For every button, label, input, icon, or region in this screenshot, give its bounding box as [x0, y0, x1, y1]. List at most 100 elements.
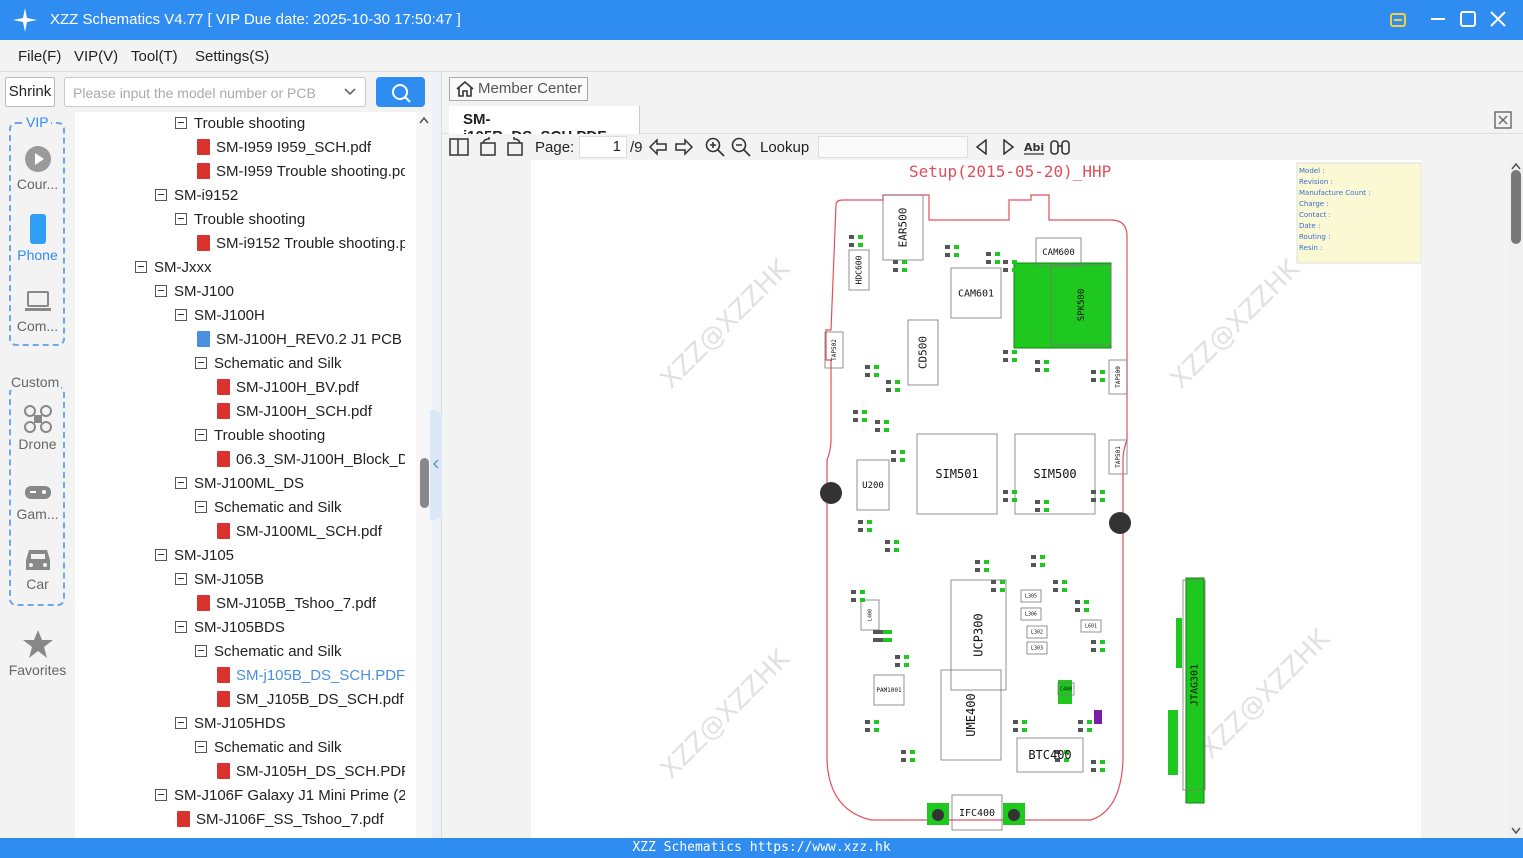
tree-file[interactable]: SM-I959 I959_SCH.pdf	[197, 138, 371, 162]
tree-file[interactable]: SM-i9152 Trouble shooting.pdf	[197, 234, 405, 258]
page-number-input[interactable]: 1	[579, 136, 627, 158]
tree-file[interactable]: SM_J105B_DS_SCH.pdf	[217, 690, 404, 714]
shrink-button[interactable]: Shrink	[5, 77, 55, 107]
zoom-out-icon[interactable]	[731, 137, 751, 157]
collapse-toggle-icon[interactable]	[195, 645, 207, 657]
sidebar-toggle-icon[interactable]	[449, 138, 469, 156]
collapse-toggle-icon[interactable]	[195, 429, 207, 441]
collapse-toggle-icon[interactable]	[175, 573, 187, 585]
menu-tool[interactable]: Tool(T)	[131, 48, 178, 65]
tree-file[interactable]: SM-I959 Trouble shooting.pdf	[197, 162, 405, 186]
maximize-icon[interactable]	[1459, 9, 1477, 29]
collapse-toggle-icon[interactable]	[175, 621, 187, 633]
pdf-page[interactable]: Setup(2015-05-20)_HHP XZZ@XZZHK XZZ@XZZH…	[531, 160, 1422, 838]
smd-pad	[885, 540, 890, 544]
smd-pad	[1012, 358, 1017, 362]
tree-file[interactable]: SM-J105H_DS_SCH.PDF	[217, 762, 405, 786]
tree-file[interactable]: SM-J100H_REV0.2 J1 PCB layout	[197, 330, 405, 354]
sidebar-item-games[interactable]: Gam...	[0, 480, 75, 522]
sidebar-item-computer[interactable]: Com...	[0, 286, 75, 334]
collapse-toggle-icon[interactable]	[195, 501, 207, 513]
member-center-button[interactable]: Member Center	[449, 77, 588, 101]
menu-file[interactable]: File(F)	[18, 48, 61, 65]
tree-folder[interactable]: SM-J100	[155, 282, 234, 306]
component-label: SIM500	[1033, 467, 1076, 481]
find-next-icon[interactable]	[1000, 139, 1016, 155]
collapse-toggle-icon[interactable]	[135, 261, 147, 273]
chevron-up-icon[interactable]	[419, 116, 429, 124]
tree-folder[interactable]: SM-J106F Galaxy J1 Mini Prime (2016)	[155, 786, 405, 810]
sidebar-item-label: Car	[26, 576, 49, 592]
collapse-toggle-icon[interactable]	[175, 117, 187, 129]
search-button[interactable]	[376, 77, 425, 107]
collapse-toggle-icon[interactable]	[175, 309, 187, 321]
sidebar-item-car[interactable]: Car	[0, 546, 75, 592]
vip-crown-icon[interactable]	[1389, 9, 1407, 29]
tree-file[interactable]: SM-J100H_SCH.pdf	[217, 402, 372, 426]
sidebar-item-favorites[interactable]: Favorites	[0, 628, 75, 678]
menu-settings[interactable]: Settings(S)	[195, 48, 269, 65]
tree-file[interactable]: 06.3_SM-J100H_Block_Diagram	[217, 450, 405, 474]
match-case-icon[interactable]: Abi	[1024, 138, 1044, 156]
sidebar-item-drone[interactable]: Drone	[0, 404, 75, 452]
rotate-right-icon[interactable]	[505, 137, 525, 157]
sidebar-item-phone[interactable]: Phone	[0, 213, 75, 263]
tree-folder[interactable]: Schematic and Silk	[195, 642, 342, 666]
tab-document[interactable]: SM-j105B_DS_SCH.PDF	[449, 106, 640, 145]
tree-folder[interactable]: Schematic and Silk	[195, 354, 342, 378]
document-scrollbar[interactable]	[1509, 160, 1523, 838]
sidebar-item-courses[interactable]: Cour...	[0, 144, 75, 192]
tree-folder[interactable]: Schematic and Silk	[195, 498, 342, 522]
collapse-toggle-icon[interactable]	[155, 789, 167, 801]
tree-file[interactable]: SM-J100ML_SCH.pdf	[217, 522, 382, 546]
chevron-down-icon[interactable]	[1511, 827, 1521, 835]
close-icon[interactable]	[1489, 9, 1507, 29]
collapse-toggle-icon[interactable]	[155, 285, 167, 297]
zoom-in-icon[interactable]	[705, 137, 725, 157]
tree-folder[interactable]: Trouble shooting	[175, 210, 305, 234]
chevron-down-icon[interactable]	[343, 84, 357, 98]
collapse-toggle-icon[interactable]	[175, 213, 187, 225]
tree-folder[interactable]: SM-J100H	[175, 306, 265, 330]
tree-item-label: SM-J100H_SCH.pdf	[236, 403, 372, 420]
tree-scrollbar-thumb[interactable]	[420, 458, 429, 508]
tree-file[interactable]: SM-J106F_SS_Tshoo_7.pdf	[177, 810, 384, 834]
next-page-icon[interactable]	[674, 138, 694, 156]
menu-vip[interactable]: VIP(V)	[74, 48, 118, 65]
tree-folder[interactable]: SM-J105	[155, 546, 234, 570]
collapse-panel-handle[interactable]	[430, 410, 442, 520]
close-document-icon[interactable]	[1494, 111, 1512, 129]
chevron-up-icon[interactable]	[1511, 162, 1521, 170]
document-scrollbar-thumb[interactable]	[1511, 170, 1521, 244]
tree-folder[interactable]: Schematic and Silk	[195, 738, 342, 762]
ifc-hole-right	[1008, 809, 1020, 821]
tree-file[interactable]: SM-J100H_BV.pdf	[217, 378, 359, 402]
tree-file[interactable]: SM-j105B_DS_SCH.PDF	[217, 666, 405, 690]
lookup-input[interactable]	[818, 136, 968, 158]
previous-page-icon[interactable]	[648, 138, 668, 156]
tree-folder[interactable]: SM-i9152	[155, 186, 238, 210]
binoculars-icon[interactable]	[1050, 138, 1070, 156]
collapse-toggle-icon[interactable]	[195, 357, 207, 369]
tree-folder[interactable]: Trouble shooting	[195, 426, 325, 450]
collapse-toggle-icon[interactable]	[195, 741, 207, 753]
tree-folder[interactable]: SM-J105BDS	[175, 618, 285, 642]
model-search-input[interactable]: Please input the model number or PCB	[64, 77, 366, 107]
find-previous-icon[interactable]	[974, 139, 990, 155]
tree-file[interactable]: SM-J105B_Tshoo_7.pdf	[197, 594, 376, 618]
rotate-left-icon[interactable]	[478, 137, 498, 157]
tree-folder[interactable]: SM-J105HDS	[175, 714, 286, 738]
tree-item-label: Schematic and Silk	[214, 499, 342, 516]
collapse-toggle-icon[interactable]	[175, 717, 187, 729]
smd-pad	[1053, 580, 1058, 584]
tree-folder[interactable]: SM-Jxxx	[135, 258, 212, 282]
tree-folder[interactable]: SM-J100ML_DS	[175, 474, 304, 498]
smd-pad	[860, 590, 865, 594]
collapse-toggle-icon[interactable]	[155, 549, 167, 561]
smd-pad	[1035, 360, 1040, 364]
collapse-toggle-icon[interactable]	[175, 477, 187, 489]
collapse-toggle-icon[interactable]	[155, 189, 167, 201]
tree-folder[interactable]: Trouble shooting	[175, 114, 305, 138]
minimize-icon[interactable]	[1429, 9, 1447, 29]
tree-folder[interactable]: SM-J105B	[175, 570, 264, 594]
